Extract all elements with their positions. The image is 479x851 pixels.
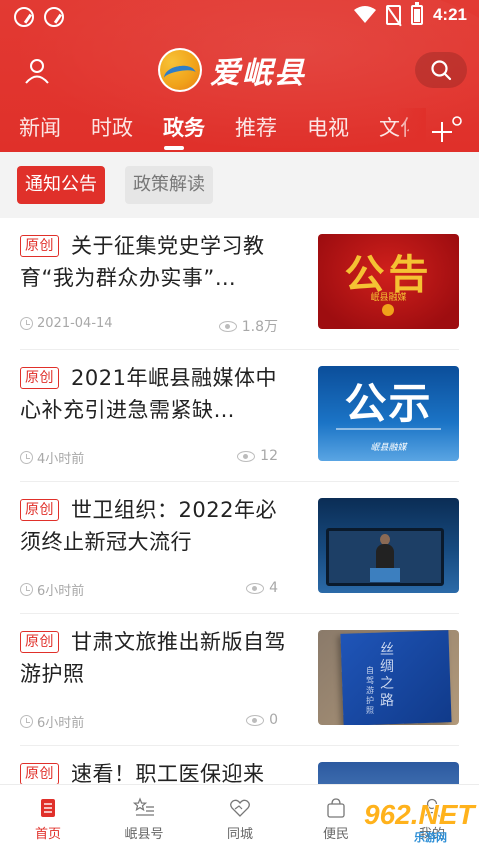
thumb-caption: 自驾游护照: [366, 666, 374, 715]
status-bar: 4:21: [0, 0, 479, 34]
notification-icon: [14, 7, 34, 27]
article-views: 1.8万: [241, 319, 278, 335]
nav-home[interactable]: 首页: [8, 785, 88, 851]
nav-label: 同城: [226, 827, 253, 842]
active-tab-indicator: [164, 146, 184, 150]
thumb-caption: 岷县融媒: [370, 443, 407, 453]
clock-icon: [20, 583, 33, 596]
search-icon: [431, 60, 452, 81]
article-time: 6小时前: [37, 584, 85, 599]
clock-icon: [20, 451, 33, 464]
thumb-divider: [336, 428, 441, 430]
no-sim-icon: [385, 5, 401, 25]
app-header: 4:21 爱岷县 新闻 时政 政务 推荐 电视 文化: [0, 0, 479, 152]
article-views: 12: [260, 448, 278, 464]
subtab-notices[interactable]: 通知公告: [17, 166, 105, 204]
eye-icon: [246, 582, 265, 594]
wifi-icon: [353, 6, 376, 23]
nav-label: 首页: [34, 827, 61, 842]
nav-minxian-account[interactable]: 岷县号: [104, 785, 184, 851]
original-badge: 原创: [20, 499, 59, 521]
eye-icon: [218, 320, 237, 332]
search-button[interactable]: [415, 52, 467, 88]
plus-icon: [432, 116, 462, 142]
article-views: 0: [269, 712, 278, 728]
watermark-text: 962.NET: [364, 799, 475, 830]
watermark-sub: 乐游网: [414, 831, 447, 844]
thumb-title: 丝绸之路: [380, 642, 394, 709]
battery-icon: [410, 2, 423, 25]
list-item[interactable]: 原创 关于征集党史学习教育“我为群众办实事”… 2021-04-14 1.8万 公…: [0, 218, 479, 350]
article-thumbnail: 丝绸之路 自驾游护照: [318, 630, 459, 725]
profile-button[interactable]: [22, 56, 52, 86]
list-item[interactable]: 原创 2021年岷县融媒体中心补充引进急需紧缺… 4小时前 12 公示 岷县融媒: [0, 350, 479, 482]
original-badge: 原创: [20, 367, 59, 389]
article-meta: 6小时前 4: [20, 580, 278, 600]
tab-government[interactable]: 政务: [163, 112, 205, 142]
clock-icon: [20, 715, 33, 728]
article-views: 4: [269, 580, 278, 596]
clock-icon: [20, 317, 33, 330]
article-thumbnail: [318, 498, 459, 593]
list-item[interactable]: 原创 世卫组织：2022年必须终止新冠大流行 6小时前 4: [0, 482, 479, 614]
tab-tv[interactable]: 电视: [307, 112, 349, 142]
tab-news[interactable]: 新闻: [19, 112, 61, 142]
article-time: 4小时前: [37, 452, 85, 467]
bottom-nav: 首页 岷县号 同城 便民 我的 962.NET 乐游网: [0, 784, 479, 851]
channel-tabs: 新闻 时政 政务 推荐 电视 文化: [0, 108, 479, 152]
nav-label: 岷县号: [124, 827, 164, 842]
article-title: 原创 关于征集党史学习教育“我为群众办实事”…: [20, 230, 290, 294]
tab-recommend[interactable]: 推荐: [235, 112, 277, 142]
list-item[interactable]: 原创 甘肃文旅推出新版自驾游护照 6小时前 0 丝绸之路 自驾游护照: [0, 614, 479, 746]
original-badge: 原创: [20, 235, 59, 257]
notification-icon-2: [44, 7, 64, 27]
subtab-policy[interactable]: 政策解读: [125, 166, 213, 204]
eye-icon: [246, 714, 265, 726]
app-name: 爱岷县: [210, 56, 306, 91]
article-title: 原创 2021年岷县融媒体中心补充引进急需紧缺…: [20, 362, 290, 426]
star-list-icon: [133, 797, 154, 816]
thumb-caption: 岷县融媒: [370, 293, 407, 303]
article-time: 2021-04-14: [37, 316, 113, 331]
news-feed: 原创 关于征集党史学习教育“我为群众办实事”… 2021-04-14 1.8万 公…: [0, 218, 479, 784]
article-title-text: 甘肃文旅推出新版自驾游护照: [20, 630, 286, 686]
article-meta: 4小时前 12: [20, 448, 278, 468]
status-time: 4:21: [432, 5, 467, 24]
thumb-passport-book: [340, 630, 452, 725]
logo-mark-icon: [382, 304, 394, 316]
article-title: 原创 甘肃文旅推出新版自驾游护照: [20, 626, 290, 690]
article-meta: 2021-04-14 1.8万: [20, 316, 278, 336]
list-item[interactable]: 原创 速看！职工医保迎来: [0, 746, 479, 784]
logo-mark-icon: [158, 48, 202, 92]
article-title: 原创 世卫组织：2022年必须终止新冠大流行: [20, 494, 290, 558]
watermark: 962.NET 乐游网: [330, 799, 475, 845]
article-thumbnail: 公告 岷县融媒: [318, 234, 459, 329]
thumb-title: 公示: [344, 379, 433, 428]
nav-local[interactable]: 同城: [200, 785, 280, 851]
article-title: 原创 速看！职工医保迎来: [20, 758, 290, 784]
thumb-podium: [370, 568, 400, 582]
home-icon: [41, 799, 55, 817]
tabs-fade: [396, 108, 426, 152]
user-icon: [25, 59, 49, 84]
article-thumbnail: 公示 岷县融媒: [318, 366, 459, 461]
original-badge: 原创: [20, 631, 59, 653]
article-thumbnail: [318, 762, 459, 784]
tab-politics[interactable]: 时政: [91, 112, 133, 142]
eye-icon: [237, 450, 256, 462]
app-logo: 爱岷县: [158, 48, 306, 92]
heart-hands-icon: [230, 799, 250, 817]
article-meta: 6小时前 0: [20, 712, 278, 732]
article-time: 6小时前: [37, 716, 85, 731]
sub-tabs: 通知公告 政策解读: [0, 152, 479, 218]
article-title-text: 速看！职工医保迎来: [71, 762, 265, 784]
channel-add-button[interactable]: [430, 114, 464, 144]
original-badge: 原创: [20, 763, 59, 784]
